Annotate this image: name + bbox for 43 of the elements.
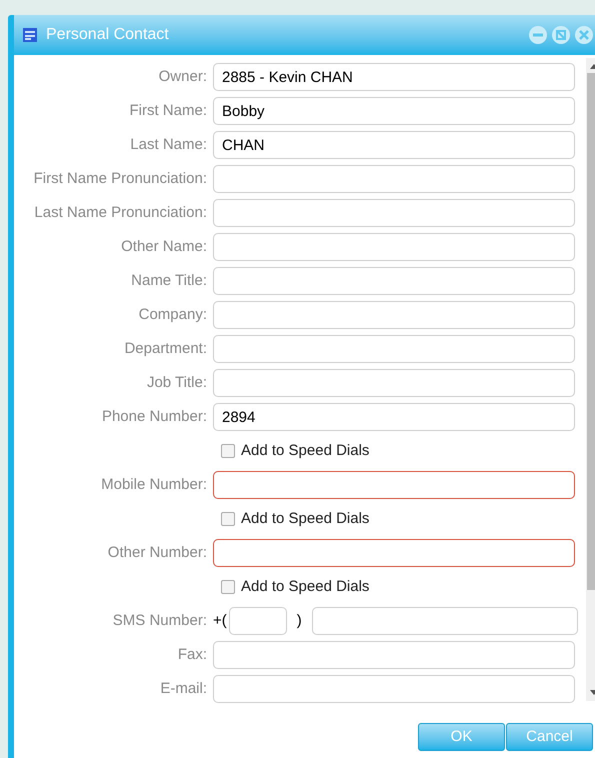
text-field[interactable]: Bobby: [213, 97, 575, 125]
maximize-icon[interactable]: [552, 26, 570, 44]
text-field[interactable]: [213, 335, 575, 363]
field-label: Last Name:: [129, 134, 207, 155]
field-label: Other Name:: [120, 236, 207, 257]
field-label: Company:: [138, 304, 207, 325]
text-field[interactable]: [213, 641, 575, 669]
field-label: E-mail:: [159, 678, 207, 699]
contact-card-icon: [22, 27, 38, 43]
field-label: Job Title:: [146, 372, 207, 393]
close-paren: ): [296, 610, 302, 631]
field-label: Last Name Pronunciation:: [33, 202, 207, 223]
speed-dial-checkbox[interactable]: Add to Speed Dials: [221, 508, 370, 530]
text-field[interactable]: 2885 - Kevin CHAN: [213, 63, 575, 91]
field-label: Phone Number:: [100, 406, 207, 427]
text-field[interactable]: [213, 539, 575, 567]
field-label: Owner:: [158, 66, 207, 87]
field-label: Name Title:: [130, 270, 207, 291]
close-icon[interactable]: [575, 26, 593, 44]
field-label: SMS Number:: [112, 610, 207, 631]
field-label: Mobile Number:: [100, 474, 207, 495]
text-field[interactable]: [213, 267, 575, 295]
text-field[interactable]: [213, 165, 575, 193]
country-code-field[interactable]: [228, 607, 287, 635]
text-field[interactable]: [213, 471, 575, 499]
text-field[interactable]: [213, 675, 575, 703]
text-field[interactable]: CHAN: [213, 131, 575, 159]
field-label: First Name:: [128, 100, 207, 121]
text-field[interactable]: [213, 301, 575, 329]
speed-dial-checkbox[interactable]: Add to Speed Dials: [221, 576, 370, 598]
field-label: Other Number:: [106, 542, 207, 563]
text-field[interactable]: 2894: [213, 403, 575, 431]
field-label: Department:: [123, 338, 207, 359]
text-field[interactable]: [213, 199, 575, 227]
sms-number-field[interactable]: [312, 607, 578, 635]
plus-paren: +(: [213, 610, 227, 631]
window-title: Personal Contact: [46, 25, 169, 45]
field-label: First Name Pronunciation:: [32, 168, 207, 189]
text-field[interactable]: [213, 369, 575, 397]
minimize-icon[interactable]: [529, 26, 547, 44]
speed-dial-checkbox[interactable]: Add to Speed Dials: [221, 440, 370, 462]
field-label: Fax:: [176, 644, 207, 665]
text-field[interactable]: [213, 233, 575, 261]
